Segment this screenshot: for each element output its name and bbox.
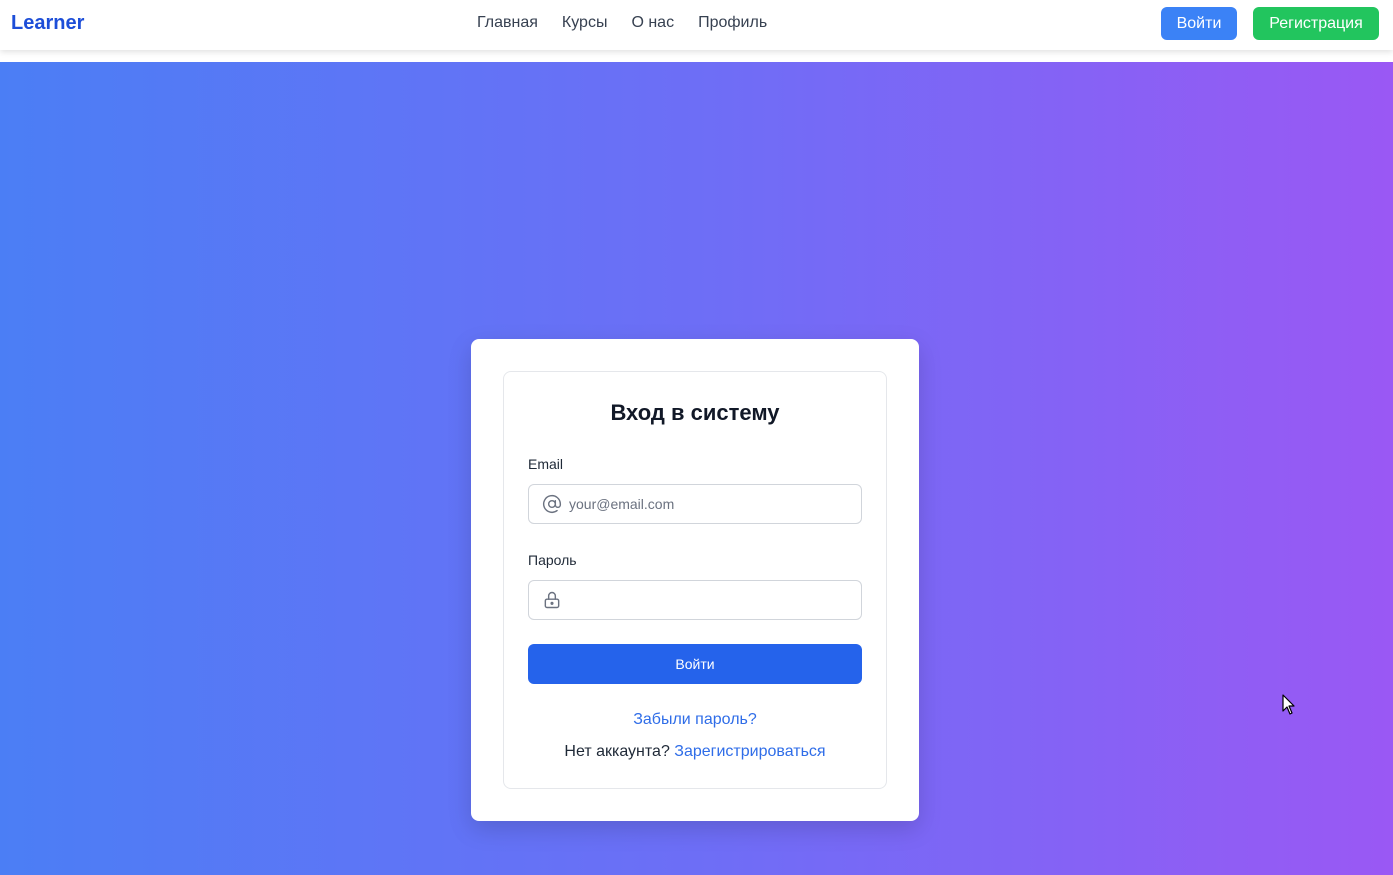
no-account-text: Нет аккаунта? — [564, 743, 670, 760]
nav-item-about[interactable]: О нас — [631, 14, 674, 32]
submit-login-button[interactable]: Войти — [528, 644, 862, 684]
nav-item-courses[interactable]: Курсы — [562, 14, 608, 32]
header-register-button[interactable]: Регистрация — [1253, 7, 1379, 40]
email-label: Email — [528, 456, 564, 472]
form-title: Вход в систему — [610, 400, 780, 425]
register-link[interactable]: Зарегистрироваться — [674, 743, 825, 760]
logo[interactable]: Learner — [11, 12, 84, 35]
at-sign-icon — [542, 495, 562, 514]
login-card: Вход в систему Email Пароль Войти Забыли… — [471, 339, 919, 821]
header-login-button[interactable]: Войти — [1161, 7, 1237, 40]
email-input-wrapper[interactable] — [528, 484, 862, 524]
password-input[interactable] — [569, 582, 854, 618]
top-navbar: Learner Главная Курсы О нас Профиль Войт… — [0, 0, 1393, 50]
login-form: Вход в систему Email Пароль Войти Забыли… — [503, 371, 887, 789]
main-nav: Главная Курсы О нас Профиль — [477, 14, 767, 32]
mouse-cursor-icon — [1282, 694, 1295, 715]
nav-item-profile[interactable]: Профиль — [698, 14, 767, 32]
nav-item-home[interactable]: Главная — [477, 14, 538, 32]
email-input[interactable] — [569, 486, 854, 522]
password-input-wrapper[interactable] — [528, 580, 862, 620]
lock-icon — [544, 591, 560, 609]
forgot-password-link[interactable]: Забыли пароль? — [504, 711, 886, 729]
password-label: Пароль — [528, 552, 577, 568]
register-prompt: Нет аккаунта? Зарегистрироваться — [504, 743, 886, 761]
